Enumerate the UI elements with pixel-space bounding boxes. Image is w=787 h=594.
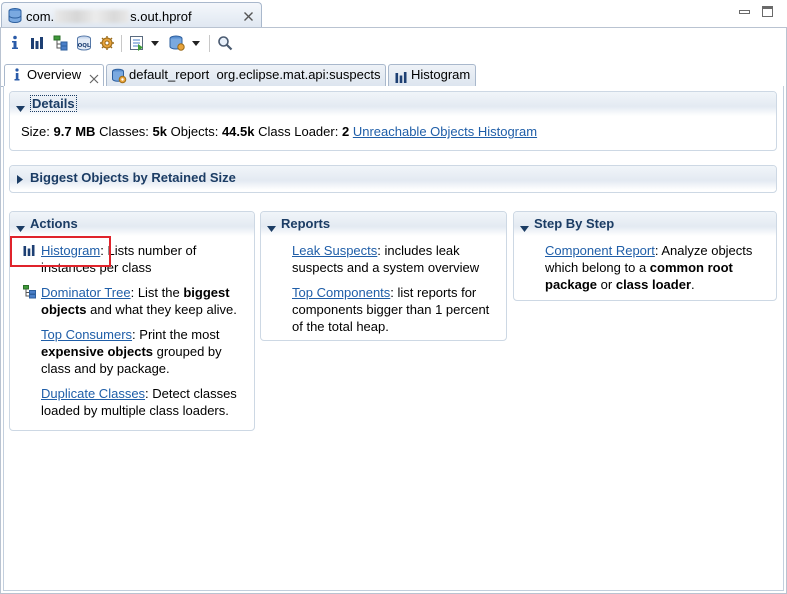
info-icon (13, 68, 21, 88)
query-gear-icon[interactable] (98, 34, 116, 52)
histogram-icon[interactable] (28, 34, 46, 52)
size-value: 9.7 MB (53, 124, 96, 139)
maximize-icon[interactable] (761, 6, 775, 18)
duplicate-classes-link[interactable]: Duplicate Classes (41, 386, 145, 401)
actions-header[interactable]: Actions (10, 212, 254, 236)
dominator-tree-description-end: and what they keep alive. (86, 302, 237, 317)
details-header[interactable]: Details (10, 92, 776, 116)
chevron-down-icon[interactable] (16, 220, 25, 235)
heap-dump-tab-label: com. s.out.hprof (26, 9, 192, 24)
highlight-box (10, 236, 111, 267)
step-component-report: Component Report: Analyze objects which … (545, 242, 767, 293)
heap-dump-query-icon[interactable] (168, 34, 186, 52)
action-top-consumers: Top Consumers: Print the most expensive … (41, 326, 246, 377)
dominator-tree-description: : List the (130, 285, 184, 300)
biggest-objects-title[interactable]: Biggest Objects by Retained Size (30, 170, 236, 185)
top-consumers-link[interactable]: Top Consumers (41, 327, 132, 342)
chevron-down-icon[interactable] (267, 220, 276, 235)
class-loader-value: 2 (341, 124, 350, 139)
objects-value: 44.5k (221, 124, 255, 139)
leak-suspects-link[interactable]: Leak Suspects (292, 243, 377, 258)
step-by-step-header[interactable]: Step By Step (514, 212, 776, 236)
classes-label: Classes: (99, 124, 149, 139)
dominator-tree-link[interactable]: Dominator Tree (41, 285, 131, 300)
reports-header[interactable]: Reports (261, 212, 506, 236)
component-report-link[interactable]: Component Report (545, 243, 655, 258)
heap-dump-editor-tab[interactable]: com. s.out.hprof (1, 2, 262, 28)
info-icon[interactable] (6, 34, 24, 52)
component-report-emphasis-2: class loader (615, 277, 691, 292)
details-summary: Size: 9.7 MB Classes: 5k Objects: 44.5k … (21, 123, 537, 140)
class-loader-label: Class Loader: (258, 124, 339, 139)
minimize-icon[interactable] (738, 6, 752, 18)
component-report-conjunction: or (597, 277, 616, 292)
chevron-right-icon[interactable] (17, 172, 23, 187)
component-report-period: . (691, 277, 695, 292)
objects-label: Objects: (170, 124, 219, 139)
tab-default-report-label: default_report org.eclipse.mat.api:suspe… (129, 67, 381, 82)
dropdown-arrow-icon[interactable] (190, 34, 202, 52)
reports-title[interactable]: Reports (281, 216, 330, 231)
tab-histogram[interactable]: Histogram (388, 64, 476, 86)
actions-title[interactable]: Actions (30, 216, 78, 231)
svg-text:OQL: OQL (78, 43, 91, 49)
dominator-tree-icon[interactable] (52, 34, 70, 52)
top-consumers-emphasis: expensive objects (41, 344, 153, 359)
toolbar: OQL (1, 29, 784, 57)
search-icon[interactable] (216, 34, 234, 52)
size-label: Size: (21, 124, 50, 139)
close-icon[interactable] (243, 10, 254, 25)
tab-histogram-label: Histogram (411, 67, 471, 82)
tab-overview[interactable]: Overview (4, 64, 104, 87)
tab-default-report[interactable]: default_report org.eclipse.mat.api:suspe… (106, 64, 386, 86)
details-title[interactable]: Details (30, 95, 77, 112)
redacted-filename (55, 10, 130, 23)
report-top-components: Top Components: list reports for compone… (292, 284, 492, 335)
toolbar-separator (121, 35, 122, 52)
oql-icon[interactable]: OQL (75, 34, 93, 52)
report-leak-suspects: Leak Suspects: includes leak suspects an… (292, 242, 492, 276)
overview-tab-bar: Overview default_report org.eclipse.mat.… (1, 62, 784, 87)
dominator-tree-icon (23, 285, 37, 302)
top-consumers-description: : Print the most (132, 327, 220, 342)
heap-dump-icon (8, 8, 22, 26)
biggest-objects-header[interactable]: Biggest Objects by Retained Size (10, 166, 776, 190)
dropdown-arrow-icon[interactable] (149, 34, 161, 52)
chevron-down-icon[interactable] (16, 100, 25, 115)
biggest-objects-section: Biggest Objects by Retained Size (9, 165, 777, 193)
action-duplicate-classes: Duplicate Classes: Detect classes loaded… (41, 385, 246, 419)
toolbar-separator (209, 35, 210, 52)
action-dominator-tree: Dominator Tree: List the biggest objects… (41, 284, 246, 318)
step-by-step-title[interactable]: Step By Step (534, 216, 614, 231)
run-report-icon[interactable] (128, 34, 146, 52)
chevron-down-icon[interactable] (520, 220, 529, 235)
editor-tab-bar: com. s.out.hprof (0, 0, 787, 28)
unreachable-objects-histogram-link[interactable]: Unreachable Objects Histogram (353, 124, 537, 139)
top-components-link[interactable]: Top Components (292, 285, 390, 300)
classes-value: 5k (152, 124, 168, 139)
tab-overview-label: Overview (27, 67, 82, 82)
details-section: Details Size: 9.7 MB Classes: 5k Objects… (9, 91, 777, 151)
